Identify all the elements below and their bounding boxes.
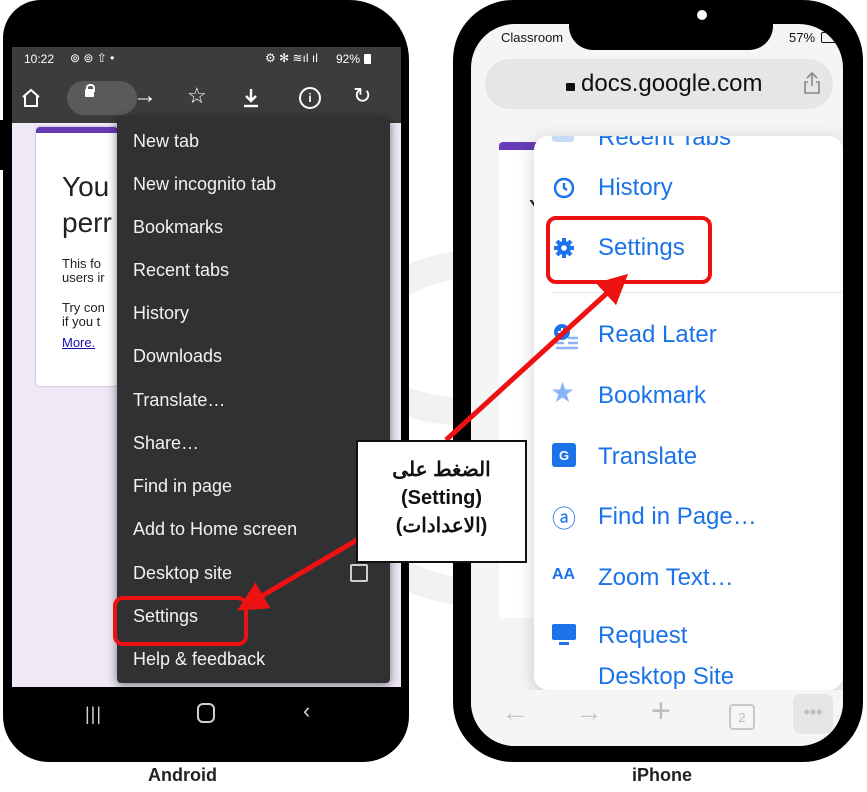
instruction-callout: الضغط على (Setting) (الاعدادات) — [356, 440, 527, 563]
arrow-to-iphone-settings — [444, 273, 629, 442]
callout-line-2: (Setting) — [400, 487, 483, 509]
callout-line-3: (الاعدادات) — [395, 515, 488, 537]
arrows-overlay — [237, 273, 629, 611]
callout-line-1: الضغط على — [392, 459, 491, 481]
